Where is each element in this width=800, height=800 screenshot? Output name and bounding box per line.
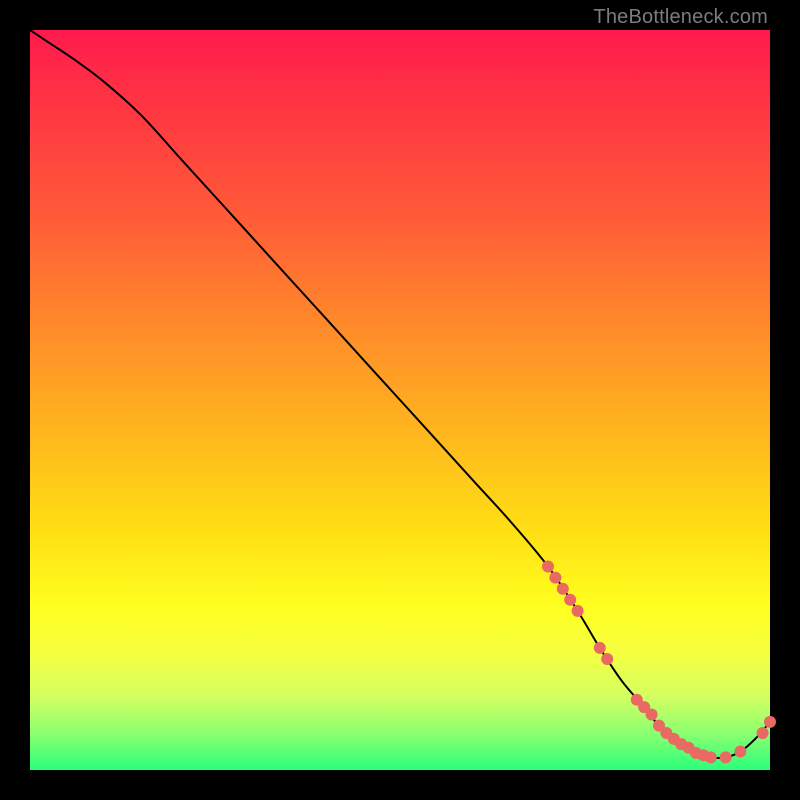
curve-svg xyxy=(30,30,770,770)
data-dot xyxy=(564,594,576,606)
data-dot xyxy=(594,642,606,654)
watermark-text: TheBottleneck.com xyxy=(593,6,768,29)
data-dots xyxy=(542,561,776,764)
chart-frame: TheBottleneck.com xyxy=(0,0,800,800)
bottleneck-curve xyxy=(30,30,770,758)
data-dot xyxy=(646,709,658,721)
data-dot xyxy=(557,583,569,595)
data-dot xyxy=(757,727,769,739)
data-dot xyxy=(601,653,613,665)
data-dot xyxy=(705,751,717,763)
data-dot xyxy=(549,572,561,584)
data-dot xyxy=(572,605,584,617)
data-dot xyxy=(720,751,732,763)
data-dot xyxy=(764,716,776,728)
data-dot xyxy=(542,561,554,573)
plot-area xyxy=(30,30,770,770)
data-dot xyxy=(734,746,746,758)
